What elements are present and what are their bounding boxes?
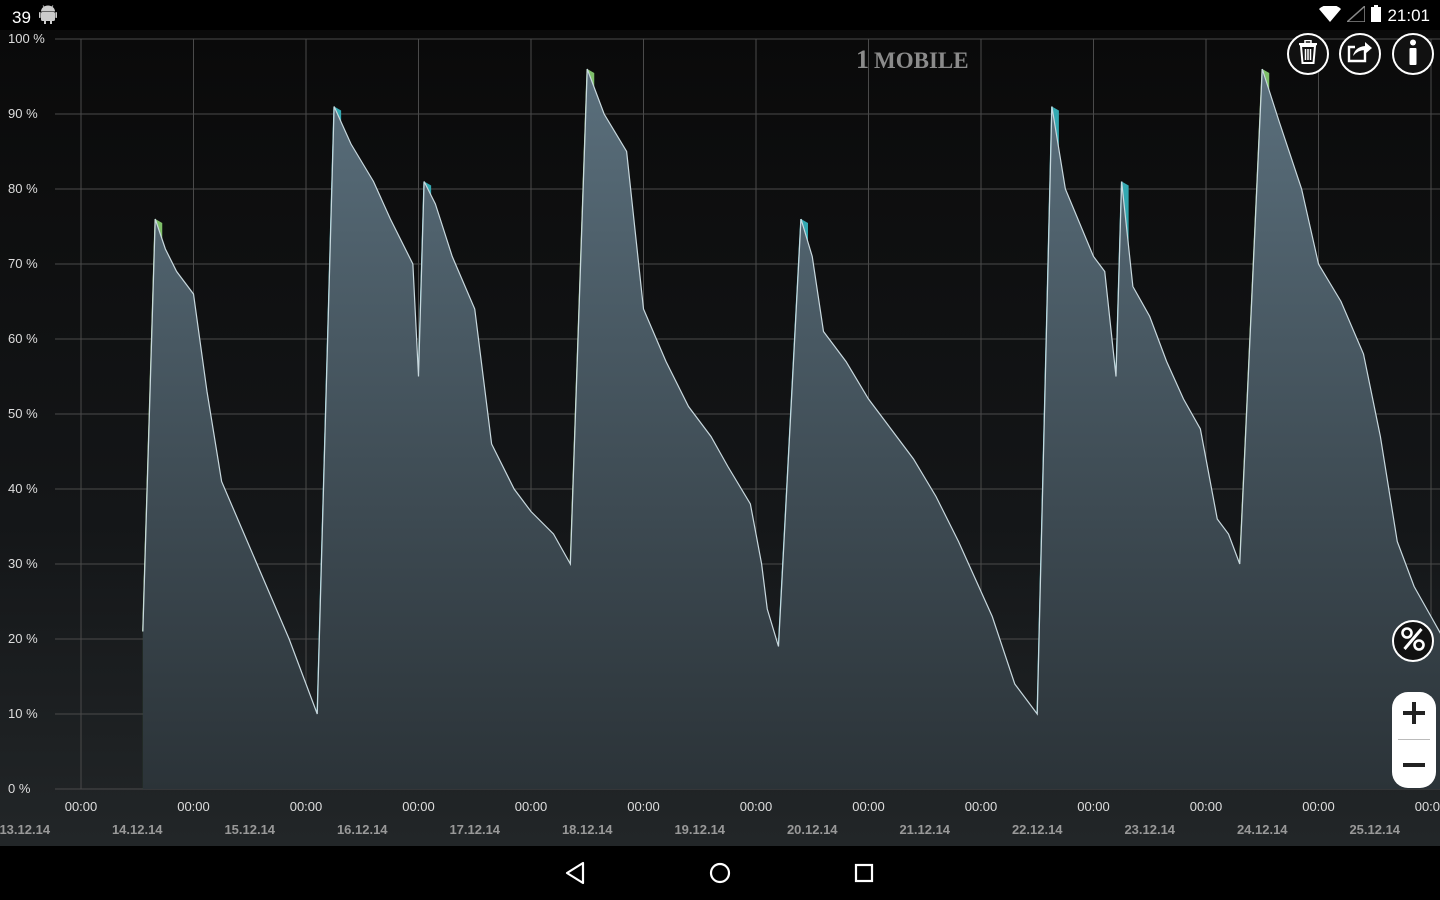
- x-tick-date: 19.12.14: [674, 822, 725, 837]
- x-axis-ticks: 00:00 00:00 00:00 00:00 00:00 00:00 00:00 00:00…: [0, 799, 1440, 837]
- x-tick-time: 00:00: [402, 799, 435, 814]
- wifi-icon: [1319, 4, 1342, 27]
- x-tick-date: 20.12.14: [787, 822, 838, 837]
- y-tick-label: 100 %: [8, 31, 45, 46]
- share-icon: [1347, 40, 1373, 69]
- x-tick-time: 00:00: [65, 799, 98, 814]
- home-button[interactable]: [707, 860, 733, 886]
- x-tick-date: 17.12.14: [449, 822, 500, 837]
- x-tick-time: 00:00: [1077, 799, 1110, 814]
- x-tick-time: 00:00: [1190, 799, 1223, 814]
- x-tick-time: 00:00: [1302, 799, 1335, 814]
- x-tick-time: 00:00: [515, 799, 548, 814]
- zoom-out-icon: [1403, 755, 1425, 773]
- notification-count: 39: [12, 7, 31, 27]
- x-tick-time: 00:00: [965, 799, 998, 814]
- x-tick-date: 16.12.14: [337, 822, 388, 837]
- navigation-bar: [0, 846, 1440, 900]
- watermark-number: 1: [856, 45, 869, 74]
- recents-button[interactable]: [851, 860, 877, 886]
- x-tick-date: 13.12.14: [0, 822, 51, 837]
- zoom-out-button[interactable]: [1392, 740, 1436, 787]
- y-tick-label: 40 %: [8, 481, 38, 496]
- signal-icon: [1345, 3, 1367, 27]
- percent-toggle-button[interactable]: [1392, 620, 1434, 662]
- y-tick-label: 90 %: [8, 106, 38, 121]
- x-tick-time: 00:00: [1415, 799, 1440, 814]
- x-tick-time: 00:00: [740, 799, 773, 814]
- watermark-logo: 1 MOBILE: [856, 45, 969, 74]
- y-tick-label: 30 %: [8, 556, 38, 571]
- clock: 21:01: [1387, 6, 1430, 25]
- battery-chart[interactable]: 100 % 90 % 80 % 70 % 60 % 50 % 40 % 30 % 20 % 10 …: [0, 30, 1440, 846]
- android-icon: [38, 5, 57, 30]
- battery-icon: [1371, 5, 1382, 27]
- x-tick-date: 23.12.14: [1124, 822, 1175, 837]
- watermark-text: MOBILE: [874, 48, 969, 73]
- y-tick-label: 10 %: [8, 706, 38, 721]
- home-icon: [707, 862, 733, 890]
- back-icon: [563, 861, 589, 890]
- x-tick-time: 00:00: [627, 799, 660, 814]
- percent-icon: [1400, 626, 1426, 657]
- x-tick-time: 00:00: [177, 799, 210, 814]
- zoom-in-icon: [1403, 702, 1425, 729]
- x-tick-date: 21.12.14: [899, 822, 950, 837]
- chart-canvas: 100 %90 %80 %70 %60 %50 %40 %30 %20 %10 …: [0, 31, 1440, 837]
- discharge-area: [142, 68, 1440, 789]
- recents-icon: [851, 863, 877, 890]
- y-tick-label: 50 %: [8, 406, 38, 421]
- x-tick-date: 24.12.14: [1237, 822, 1288, 837]
- back-button[interactable]: [563, 860, 589, 886]
- x-tick-date: 18.12.14: [562, 822, 613, 837]
- status-bar: 39 21:01: [0, 0, 1440, 30]
- x-tick-date: 14.12.14: [112, 822, 163, 837]
- zoom-in-button[interactable]: [1392, 692, 1436, 739]
- info-icon: [1408, 39, 1418, 70]
- y-tick-label: 80 %: [8, 181, 38, 196]
- x-tick-time: 00:00: [852, 799, 885, 814]
- y-tick-label: 20 %: [8, 631, 38, 646]
- delete-button[interactable]: [1287, 33, 1329, 75]
- y-tick-label: 70 %: [8, 256, 38, 271]
- zoom-control: [1392, 692, 1436, 788]
- trash-icon: [1297, 39, 1319, 69]
- x-tick-date: 22.12.14: [1012, 822, 1063, 837]
- x-tick-date: 25.12.14: [1349, 822, 1400, 837]
- share-button[interactable]: [1339, 33, 1381, 75]
- info-button[interactable]: [1392, 33, 1434, 75]
- x-tick-time: 00:00: [290, 799, 323, 814]
- y-tick-label: 60 %: [8, 331, 38, 346]
- y-tick-label: 0 %: [8, 781, 31, 796]
- y-axis-ticks: 100 % 90 % 80 % 70 % 60 % 50 % 40 % 30 % 20 % 10 …: [8, 31, 45, 796]
- x-tick-date: 15.12.14: [224, 822, 275, 837]
